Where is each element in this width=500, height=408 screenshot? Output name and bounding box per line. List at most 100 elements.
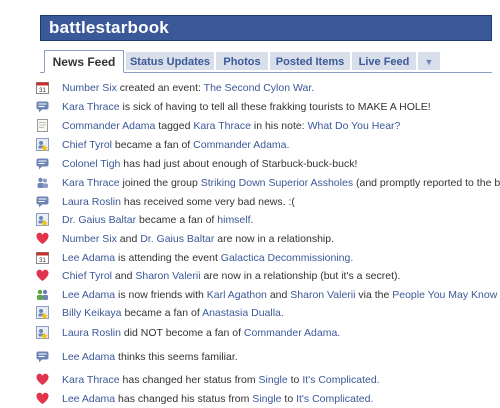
feed-item-text: Number Six created an event: The Second … — [62, 82, 314, 94]
feed-link[interactable]: Commander Adama. — [193, 139, 289, 151]
tab-news-feed[interactable]: News Feed — [44, 50, 124, 73]
feed-link[interactable]: Commander Adama. — [244, 327, 340, 339]
feed-item-text: Number Six and Dr. Gaius Baltar are now … — [62, 233, 334, 245]
feed-text: (and promptly reported to the brig). — [355, 177, 500, 189]
feed-text: thinks this seems familiar. — [115, 351, 238, 363]
feed-link[interactable]: It's Complicated. — [296, 393, 373, 405]
chevron-down-icon: ▼ — [424, 57, 434, 67]
feed-text: became a fan of — [112, 139, 194, 151]
feed-link[interactable]: Billy Keikaya — [62, 307, 122, 319]
feed-link[interactable]: Lee Adama — [62, 393, 115, 405]
feed-link[interactable]: Single — [259, 374, 288, 386]
feed-link[interactable]: Karl Agathon — [207, 289, 267, 301]
feed-link[interactable]: Commander Adama — [62, 120, 155, 132]
feed-item-text: Laura Roslin has received some very bad … — [62, 196, 295, 208]
feed-item-text: Kara Thrace is sick of having to tell al… — [62, 101, 431, 113]
feed-link[interactable]: Anastasia Dualla. — [202, 307, 284, 319]
feed-link[interactable]: Kara Thrace — [62, 374, 120, 386]
feed-text: to — [287, 374, 303, 386]
feed-link[interactable]: Galactica Decommissioning. — [221, 252, 353, 264]
feed-link[interactable]: It's Complicated. — [302, 374, 379, 386]
feed-text: became a fan of — [136, 214, 218, 226]
status-icon — [36, 157, 49, 170]
feed-item-text: Dr. Gaius Baltar became a fan of himself… — [62, 214, 253, 226]
feed-text: is attending the event — [115, 252, 221, 264]
feed-link[interactable]: Chief Tyrol — [62, 270, 112, 282]
tab-bar: News Feed Status Updates Photos Posted I… — [40, 50, 492, 73]
feed-link[interactable]: People You May Know — [392, 289, 497, 301]
feed-item-text: Chief Tyrol became a fan of Commander Ad… — [62, 139, 289, 151]
feed-link[interactable]: Chief Tyrol — [62, 139, 112, 151]
feed-link[interactable]: What Do You Hear? — [308, 120, 401, 132]
status-icon — [36, 350, 49, 363]
feed-text: are now in a relationship. — [214, 233, 334, 245]
note-icon — [36, 119, 49, 132]
status-icon — [36, 100, 49, 113]
tab-photos[interactable]: Photos — [216, 52, 268, 70]
feed-link[interactable]: Kara Thrace — [62, 177, 120, 189]
feed-link[interactable]: Kara Thrace — [193, 120, 251, 132]
feed-text: is now friends with — [115, 289, 207, 301]
feed-text: did NOT become a fan of — [120, 327, 244, 339]
feed-text: became a fan of — [121, 307, 203, 319]
feed-text: and — [116, 233, 141, 245]
tab-live-feed[interactable]: Live Feed — [352, 52, 416, 70]
heart-icon — [36, 232, 49, 245]
feed-text: to — [281, 393, 297, 405]
feed-text: has had just about enough of Starbuck-bu… — [120, 158, 358, 170]
feed-link[interactable]: Number Six — [62, 82, 117, 94]
feed-link[interactable]: Dr. Gaius Baltar — [140, 233, 214, 245]
friends-icon — [36, 288, 49, 301]
feed-text: has received some very bad news. :( — [120, 196, 295, 208]
app-title[interactable]: battlestarbook — [49, 18, 169, 38]
feed-link[interactable]: Colonel Tigh — [62, 158, 120, 170]
heart-icon — [36, 373, 49, 386]
feed-link[interactable]: Lee Adama — [62, 252, 115, 264]
feed-link[interactable]: Kara Thrace — [62, 101, 120, 113]
feed-item-text: Chief Tyrol and Sharon Valerii are now i… — [62, 270, 400, 282]
feed-text: has changed his status from — [115, 393, 253, 405]
feed-link[interactable]: Sharon Valerii — [290, 289, 355, 301]
tab-status-updates[interactable]: Status Updates — [126, 52, 214, 70]
feed-link[interactable]: Number Six — [62, 233, 117, 245]
feed-link[interactable]: Single — [252, 393, 281, 405]
feed-link[interactable]: Sharon Valerii — [135, 270, 200, 282]
feed-item-text: Lee Adama is now friends with Karl Agath… — [62, 289, 500, 301]
feed-item-text: Commander Adama tagged Kara Thrace in hi… — [62, 120, 400, 132]
tab-more-dropdown[interactable]: ▼ — [418, 52, 440, 70]
feed-text: tagged — [155, 120, 194, 132]
feed-text: in his note: — [250, 120, 308, 132]
feed-item-text: Billy Keikaya became a fan of Anastasia … — [62, 307, 284, 319]
svg-text:31: 31 — [39, 88, 46, 94]
calendar-icon: 31 — [36, 251, 49, 264]
feed-link[interactable]: Lee Adama — [62, 289, 115, 301]
feed-link[interactable]: Striking Down Superior Assholes — [201, 177, 353, 189]
feed-text: and — [266, 289, 291, 301]
group-icon — [36, 176, 49, 189]
feed-text: created an event: — [116, 82, 204, 94]
feed-item-text: Colonel Tigh has had just about enough o… — [62, 158, 357, 170]
fan-icon — [36, 326, 49, 340]
fan-icon — [36, 213, 49, 227]
feed-text: via the — [355, 289, 393, 301]
heart-icon — [36, 392, 49, 405]
feed-link[interactable]: Laura Roslin — [62, 327, 121, 339]
calendar-icon: 31 — [36, 81, 49, 94]
feed-text: are now in a relationship (but it's a se… — [200, 270, 401, 282]
feed-link[interactable]: Dr. Gaius Baltar — [62, 214, 136, 226]
feed-text: has changed her status from — [119, 374, 259, 386]
feed-text: is sick of having to tell all these frak… — [119, 101, 431, 113]
fan-icon — [36, 306, 49, 320]
feed-item-text: Kara Thrace has changed her status from … — [62, 374, 380, 386]
feed-text: . — [250, 214, 254, 226]
feed-link[interactable]: Lee Adama — [62, 351, 115, 363]
feed-link[interactable]: himself — [217, 214, 250, 226]
feed-link[interactable]: Laura Roslin — [62, 196, 121, 208]
feed-text: and — [112, 270, 136, 282]
feed-item-text: Kara Thrace joined the group Striking Do… — [62, 177, 500, 189]
feed-item-text: Lee Adama thinks this seems familiar. — [62, 351, 238, 363]
app-header: battlestarbook — [40, 15, 492, 41]
feed-link[interactable]: The Second Cylon War. — [204, 82, 315, 94]
tab-posted-items[interactable]: Posted Items — [270, 52, 350, 70]
feed-item-text: Lee Adama has changed his status from Si… — [62, 393, 373, 405]
